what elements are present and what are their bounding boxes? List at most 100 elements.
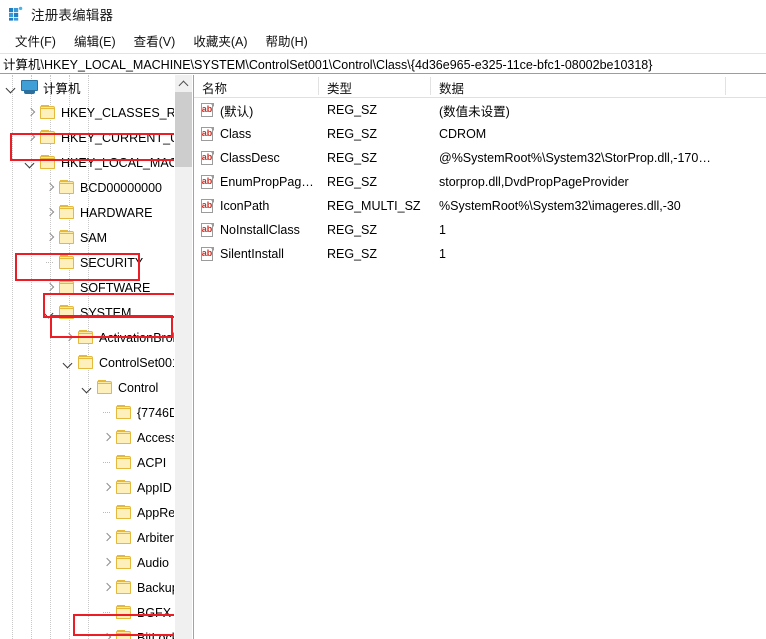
tree-item-system[interactable]: SYSTEM <box>0 300 192 325</box>
registry-editor-icon <box>8 6 24 22</box>
value-name-cell: abNoInstallClass <box>194 223 319 238</box>
tree-item-appid[interactable]: AppID <box>0 475 192 500</box>
value-row[interactable]: ab IconPath REG_MULTI_SZ%SystemRoot%\Syste… <box>194 194 766 218</box>
chevron-right-icon[interactable] <box>99 630 115 639</box>
tree-item-appreadines[interactable]: AppReadines <box>0 500 192 525</box>
value-name-label: ClassDesc <box>220 151 280 165</box>
folder-icon <box>40 105 57 120</box>
tree-item-label: SECURITY <box>76 256 143 270</box>
tree-item-7746d80f-97[interactable]: {7746D80F-97 <box>0 400 192 425</box>
chevron-down-icon[interactable] <box>4 80 20 96</box>
tree-item-bcd00000000[interactable]: BCD00000000 <box>0 175 192 200</box>
chevron-right-icon[interactable] <box>99 530 115 546</box>
menu-view[interactable]: 查看(V) <box>125 29 185 52</box>
folder-icon <box>97 380 114 395</box>
registry-values-pane[interactable]: 名称类型数据 ab(默认)REG_SZ(数值未设置)abClassREG_SZC… <box>193 75 766 639</box>
value-row[interactable]: abClassREG_SZCDROM <box>194 122 766 146</box>
column-header-data[interactable]: 数据 <box>431 75 726 97</box>
value-name-label: IconPath <box>220 199 269 213</box>
value-row[interactable]: abClassDescREG_SZ@%SystemRoot%\System32\… <box>194 146 766 170</box>
value-type-cell: REG_MULTI_SZ <box>319 199 431 213</box>
chevron-right-icon[interactable] <box>99 555 115 571</box>
chevron-right-icon[interactable] <box>42 180 58 196</box>
value-type-cell: REG_SZ <box>319 103 431 117</box>
chevron-down-icon[interactable] <box>23 155 39 171</box>
chevron-right-icon[interactable] <box>42 280 58 296</box>
folder-icon <box>59 230 76 245</box>
tree-item-control[interactable]: Control <box>0 375 192 400</box>
registry-path: 计算机\HKEY_LOCAL_MACHINE\SYSTEM\ControlSet… <box>3 54 652 73</box>
string-value-icon: ab <box>200 103 215 118</box>
tree-item-bitlocker[interactable]: BitLocker <box>0 625 192 639</box>
tree-item-hardware[interactable]: HARDWARE <box>0 200 192 225</box>
tree-item-hkey-classes-root[interactable]: HKEY_CLASSES_ROOT <box>0 100 192 125</box>
folder-icon <box>59 205 76 220</box>
tree-item-acpi[interactable]: ACPI <box>0 450 192 475</box>
folder-icon <box>116 455 133 470</box>
value-row[interactable]: abNoInstallClassREG_SZ1 <box>194 218 766 242</box>
value-data-cell: storprop.dll,DvdPropPageProvider <box>431 175 726 189</box>
title-bar: 注册表编辑器 <box>0 0 766 28</box>
tree-item-[interactable]: 计算机 <box>0 75 192 100</box>
tree-item-hkey-current-user[interactable]: HKEY_CURRENT_USER <box>0 125 192 150</box>
menu-favorites[interactable]: 收藏夹(A) <box>184 29 256 52</box>
scrollbar-thumb[interactable] <box>175 92 192 167</box>
chevron-down-icon[interactable] <box>80 380 96 396</box>
tree-item-activationbroker[interactable]: ActivationBroker <box>0 325 192 350</box>
value-type-cell: REG_SZ <box>319 151 431 165</box>
tree-vertical-scrollbar[interactable] <box>174 75 192 639</box>
chevron-right-icon[interactable] <box>99 480 115 496</box>
tree-item-backupresto[interactable]: BackupResto <box>0 575 192 600</box>
column-header-type[interactable]: 类型 <box>319 75 431 97</box>
tree-item-audio[interactable]: Audio <box>0 550 192 575</box>
menu-edit[interactable]: 编辑(E) <box>65 29 125 52</box>
value-row[interactable]: abSilentInstallREG_SZ1 <box>194 242 766 266</box>
tree-item-accessibilitys[interactable]: AccessibilityS <box>0 425 192 450</box>
tree-item-bgfx[interactable]: BGFX <box>0 600 192 625</box>
tree-leaf-marker-icon <box>99 505 115 521</box>
tree-item-label: HKEY_CLASSES_ROOT <box>57 106 193 120</box>
chevron-right-icon[interactable] <box>23 130 39 146</box>
value-data-cell: %SystemRoot%\System32\imageres.dll,-30 <box>431 199 726 213</box>
window-title: 注册表编辑器 <box>31 4 113 24</box>
chevron-right-icon[interactable] <box>23 105 39 121</box>
tree-item-arbiters[interactable]: Arbiters <box>0 525 192 550</box>
chevron-right-icon[interactable] <box>99 430 115 446</box>
tree-item-hkey-local-machine[interactable]: HKEY_LOCAL_MACHINE <box>0 150 192 175</box>
scroll-up-arrow-icon[interactable] <box>175 75 192 92</box>
chevron-down-icon[interactable] <box>42 305 58 321</box>
registry-tree: 计算机 HKEY_CLASSES_ROOT HKEY_CURRENT_USER HKE… <box>0 75 192 639</box>
chevron-right-icon[interactable] <box>42 230 58 246</box>
column-header-name[interactable]: 名称 <box>194 75 319 97</box>
chevron-down-icon[interactable] <box>61 355 77 371</box>
chevron-right-icon[interactable] <box>61 330 77 346</box>
value-name-label: (默认) <box>220 101 253 120</box>
value-row[interactable]: abEnumPropPag…REG_SZstorprop.dll,DvdProp… <box>194 170 766 194</box>
tree-leaf-marker-icon <box>99 405 115 421</box>
tree-item-label: HKEY_CURRENT_USER <box>57 131 193 145</box>
value-name-cell: abClass <box>194 127 319 142</box>
value-name-cell: ab IconPath <box>194 199 319 214</box>
tree-item-label: SOFTWARE <box>76 281 150 295</box>
tree-item-sam[interactable]: SAM <box>0 225 192 250</box>
chevron-right-icon[interactable] <box>99 580 115 596</box>
main-content: 计算机 HKEY_CLASSES_ROOT HKEY_CURRENT_USER HKE… <box>0 75 766 639</box>
menu-file[interactable]: 文件(F) <box>6 29 65 52</box>
value-data-cell: (数值未设置) <box>431 101 726 120</box>
tree-item-label: SAM <box>76 231 107 245</box>
folder-icon <box>40 130 57 145</box>
tree-item-label: HKEY_LOCAL_MACHINE <box>57 156 193 170</box>
registry-tree-pane[interactable]: 计算机 HKEY_CLASSES_ROOT HKEY_CURRENT_USER HKE… <box>0 75 193 639</box>
tree-item-security[interactable]: SECURITY <box>0 250 192 275</box>
string-value-icon: ab <box>200 199 215 214</box>
value-type-cell: REG_SZ <box>319 175 431 189</box>
menu-help[interactable]: 帮助(H) <box>256 29 316 52</box>
tree-item-controlset001[interactable]: ControlSet001 <box>0 350 192 375</box>
tree-item-label: 计算机 <box>39 78 81 97</box>
tree-item-label: Control <box>114 381 158 395</box>
folder-icon <box>116 530 133 545</box>
chevron-right-icon[interactable] <box>42 205 58 221</box>
tree-item-software[interactable]: SOFTWARE <box>0 275 192 300</box>
address-bar[interactable]: 计算机\HKEY_LOCAL_MACHINE\SYSTEM\ControlSet… <box>0 53 766 74</box>
value-row[interactable]: ab (默认) REG_SZ(数值未设置) <box>194 98 766 122</box>
